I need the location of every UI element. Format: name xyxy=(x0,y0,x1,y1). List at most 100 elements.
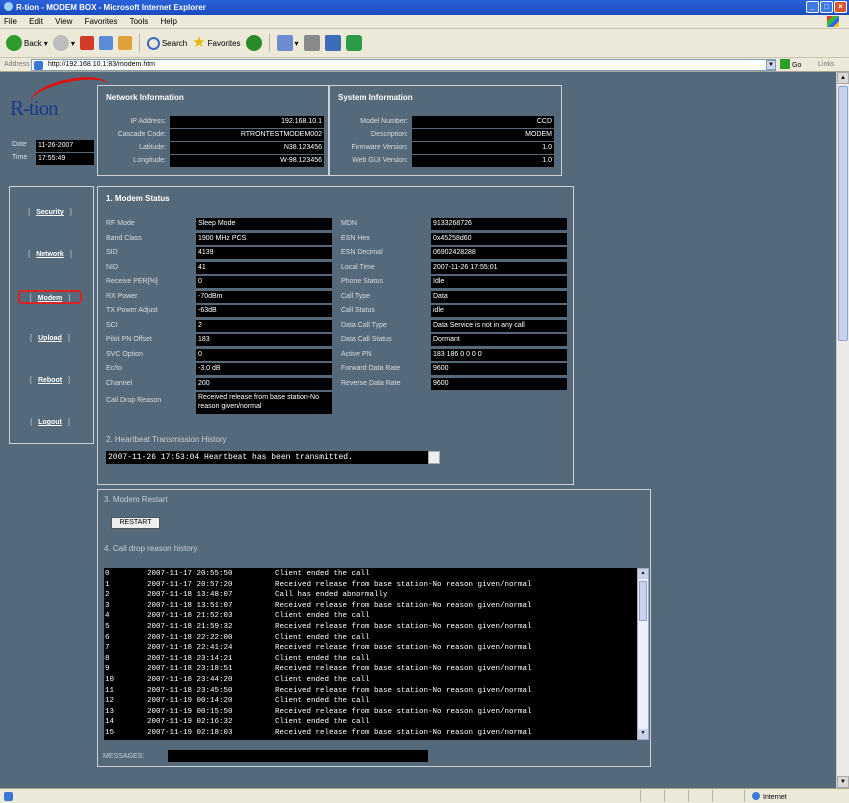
row-index: 0 xyxy=(105,570,110,578)
network-field-label: IP Address: xyxy=(130,118,166,125)
address-bar: Address http://192.168.10.1:83/modem.htm… xyxy=(0,58,849,72)
modem-field-label: Pilot PN Offset xyxy=(106,336,152,343)
history-button[interactable] xyxy=(245,35,262,51)
row-index: 2 xyxy=(105,591,110,600)
modem-field-label: Phone Status xyxy=(341,278,384,285)
row-reason: Received release from base station-No re… xyxy=(275,644,532,653)
stop-button[interactable] xyxy=(79,36,94,50)
modem-field-value: 41 xyxy=(196,261,332,274)
address-dropdown-button[interactable]: ▼ xyxy=(766,60,776,70)
heartbeat-scrollbar[interactable] xyxy=(428,451,440,464)
nav-logout[interactable]: [Logout] xyxy=(18,416,82,430)
zone-label: Internet xyxy=(763,794,787,801)
back-button[interactable]: Back ▾ xyxy=(6,35,48,51)
bracket: ] xyxy=(68,377,70,384)
system-field-label: Web GUI Version: xyxy=(352,157,408,164)
scroll-down-icon[interactable]: ▼ xyxy=(837,776,849,788)
network-field-value: 192.168.10.1 xyxy=(170,116,324,128)
scroll-thumb[interactable] xyxy=(639,581,647,621)
print-button[interactable] xyxy=(303,35,320,51)
modem-field-label: SID xyxy=(106,249,118,256)
mail-button[interactable]: ▾ xyxy=(276,35,299,51)
menu-favorites[interactable]: Favorites xyxy=(85,17,118,26)
search-icon xyxy=(146,36,160,50)
page-icon xyxy=(4,792,13,801)
menu-edit[interactable]: Edit xyxy=(29,17,43,26)
modem-field-value: Data xyxy=(431,290,567,303)
row-reason: Client ended the call xyxy=(275,676,370,684)
row-reason: Client ended the call xyxy=(275,612,370,621)
page-scrollbar[interactable]: ▲ ▼ xyxy=(836,72,849,788)
restart-button[interactable]: RESTART xyxy=(111,517,160,529)
call-drop-scrollbar[interactable]: ▲ ▼ xyxy=(637,568,649,740)
row-timestamp: 2007-11-18 23:14:21 xyxy=(147,654,233,663)
modem-field-value: Received release from base station-No re… xyxy=(196,392,332,414)
nav-reboot[interactable]: [Reboot] xyxy=(18,374,82,388)
scroll-thumb[interactable] xyxy=(838,86,848,341)
row-timestamp: 2007-11-18 13:51:07 xyxy=(147,601,233,610)
row-timestamp: 2007-11-18 23:18:51 xyxy=(147,665,233,674)
modem-field-value: -63dB xyxy=(196,305,332,317)
home-button[interactable] xyxy=(117,36,132,50)
scroll-up-icon[interactable]: ▲ xyxy=(837,72,849,84)
modem-status-title: 1. Modem Status xyxy=(106,194,170,203)
menu-file[interactable]: File xyxy=(4,17,17,26)
row-reason: Received release from base station-No re… xyxy=(275,686,532,695)
nav-security[interactable]: [Security] xyxy=(18,206,82,220)
go-button[interactable]: Go xyxy=(780,59,801,69)
window-controls: _ □ × xyxy=(806,1,847,13)
modem-field-value: 0 xyxy=(196,276,332,288)
favorites-button[interactable]: ★ Favorites xyxy=(192,35,240,50)
close-button[interactable]: × xyxy=(834,1,847,13)
messenger-icon xyxy=(345,35,362,51)
nav-modem[interactable]: [Modem] xyxy=(18,290,82,304)
nav-label: Security xyxy=(36,209,64,216)
scroll-down-icon[interactable]: ▼ xyxy=(638,729,648,739)
mail-icon xyxy=(276,35,293,51)
links-button[interactable]: Links xyxy=(818,61,834,68)
messenger-button[interactable] xyxy=(345,35,362,51)
modem-field-value: 9133268726 xyxy=(431,218,567,230)
network-field-value: W-98.123456 xyxy=(170,155,324,167)
scroll-up-icon[interactable]: ▲ xyxy=(638,569,648,579)
menu-view[interactable]: View xyxy=(55,17,72,26)
edit-button[interactable] xyxy=(324,35,341,51)
modem-field-value: 2 xyxy=(196,319,332,332)
bracket: ] xyxy=(69,209,72,216)
row-index: 12 xyxy=(105,697,115,706)
ie-logo-icon xyxy=(4,2,13,11)
row-timestamp: 2007-11-18 21:59:32 xyxy=(147,623,233,631)
row-timestamp: 2007-11-18 22:41:24 xyxy=(147,644,233,653)
network-field-label: Longitude: xyxy=(133,157,166,164)
modem-field-label: Ec/Io xyxy=(106,365,122,372)
bracket: ] xyxy=(68,295,71,302)
nav-upload[interactable]: [Upload] xyxy=(18,332,82,346)
row-index: 8 xyxy=(105,654,110,663)
status-divider xyxy=(688,790,689,802)
row-timestamp: 2007-11-18 22:22:00 xyxy=(147,633,233,642)
modem-field-value: Idle xyxy=(431,276,567,288)
search-button[interactable]: Search xyxy=(146,36,187,50)
refresh-button[interactable] xyxy=(98,36,113,50)
maximize-button[interactable]: □ xyxy=(820,1,833,13)
row-reason: Received release from base station-No re… xyxy=(275,665,532,674)
nav-network[interactable]: [Network] xyxy=(18,248,82,262)
row-reason: Received release from base station-No re… xyxy=(275,580,532,589)
forward-button[interactable]: ▾ xyxy=(52,35,75,51)
modem-field-label: RF Mode xyxy=(106,220,135,227)
menu-help[interactable]: Help xyxy=(161,17,177,26)
rtion-logo: R-tion xyxy=(10,96,59,120)
modem-field-label: Forward Data Rate xyxy=(341,365,401,372)
address-input[interactable]: http://192.168.10.1:83/modem.htm xyxy=(31,59,776,71)
modem-field-label: Call Status xyxy=(341,307,375,314)
bracket: ] xyxy=(67,335,70,342)
date-value: 11-26-2007 xyxy=(36,140,94,152)
minimize-button[interactable]: _ xyxy=(806,1,819,13)
system-info-title: System Information xyxy=(338,93,413,102)
modem-field-value: -3.0 dB xyxy=(196,363,332,375)
network-field-value: RTRONTESTMODEM002 xyxy=(170,129,324,141)
status-divider xyxy=(664,790,665,802)
row-reason: Client ended the call xyxy=(275,654,370,663)
menu-tools[interactable]: Tools xyxy=(130,17,149,26)
globe-icon xyxy=(752,792,760,800)
